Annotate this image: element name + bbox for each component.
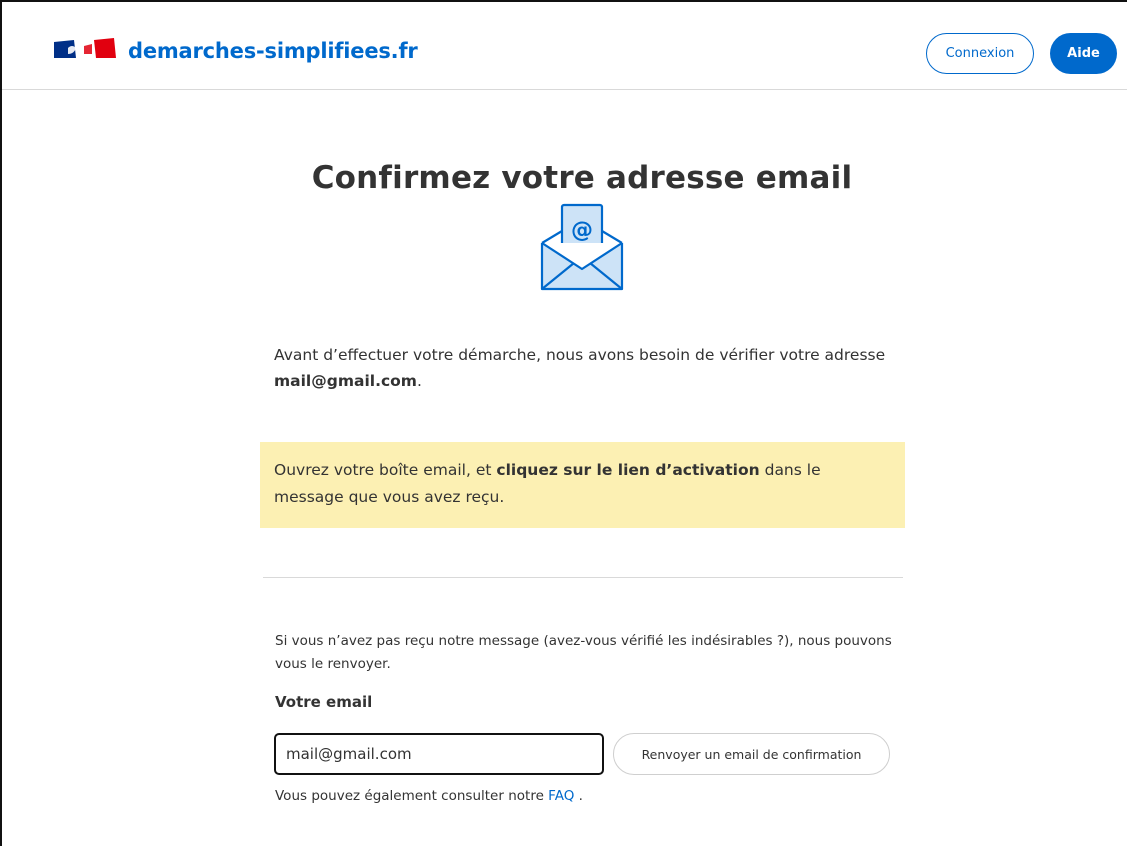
section-divider [263,577,903,578]
page-title: Confirmez votre adresse email [311,160,853,196]
page-frame [0,0,1127,846]
help-button[interactable]: Aide [1050,33,1117,74]
envelope-at-icon: @ [540,203,624,291]
intro-text: Avant d’effectuer votre démarche, nous a… [274,346,886,390]
faq-link[interactable]: FAQ [548,788,574,804]
email-field-label: Votre email [275,693,373,711]
login-button[interactable]: Connexion [926,33,1034,74]
site-brand-link[interactable]: demarches-simplifiees.fr [128,39,418,63]
intro-email: mail@gmail.com [274,372,417,390]
faq-line: Vous pouvez également consulter notre FA… [275,788,583,804]
notice-bold: cliquez sur le lien d’activation [496,461,760,479]
svg-text:@: @ [571,218,593,243]
activation-notice: Ouvrez votre boîte email, et cliquez sur… [260,442,905,528]
resend-text: Si vous n’avez pas reçu notre message (a… [275,633,892,672]
site-header: demarches-simplifiees.fr Connexion Aide [2,2,1127,90]
email-field[interactable] [274,733,604,775]
resend-confirmation-button[interactable]: Renvoyer un email de confirmation [613,733,890,775]
marianne-flag-icon[interactable] [54,38,118,60]
